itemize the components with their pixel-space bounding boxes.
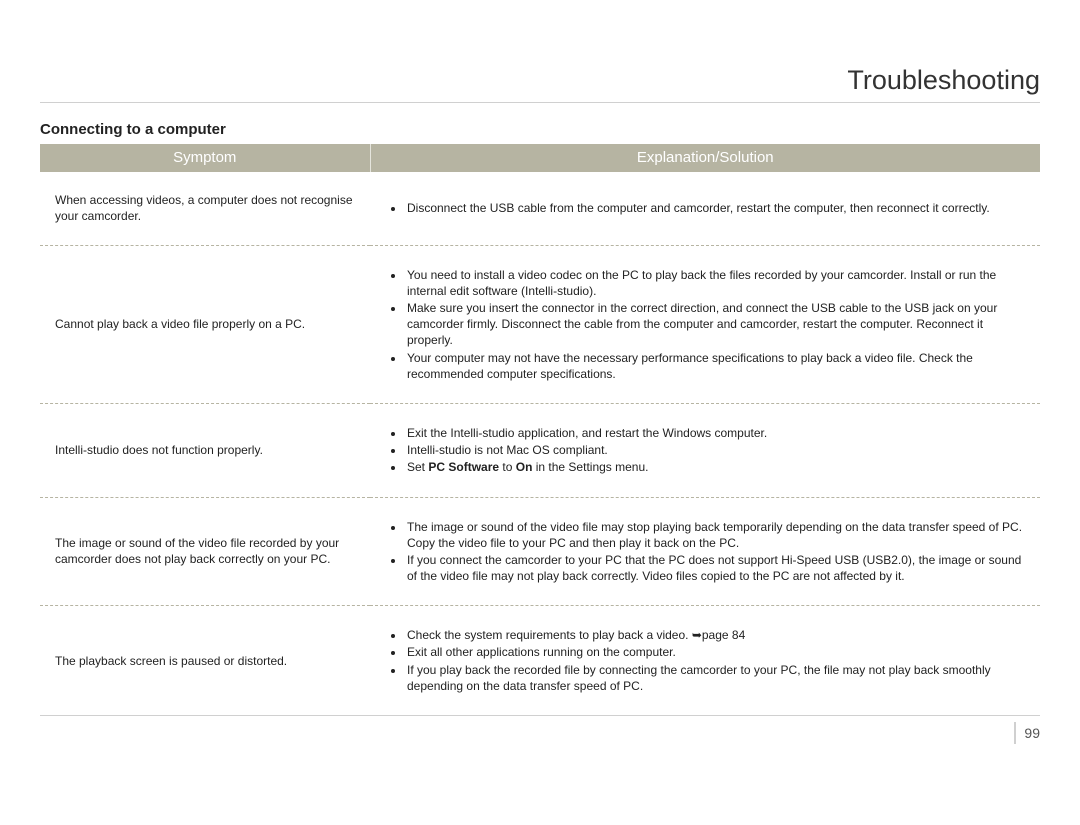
list-item: Make sure you insert the connector in th… [405, 300, 1030, 349]
list-item: If you play back the recorded file by co… [405, 662, 1030, 694]
table-row: Intelli-studio does not function properl… [40, 403, 1040, 497]
col-header-symptom: Symptom [40, 144, 370, 172]
bold-text: PC Software [428, 460, 499, 474]
list-item: If you connect the camcorder to your PC … [405, 552, 1030, 584]
page-number: 99 [1014, 722, 1040, 744]
explanation-cell: The image or sound of the video file may… [370, 497, 1040, 606]
list-item: Exit the Intelli-studio application, and… [405, 425, 1030, 441]
list-item: Disconnect the USB cable from the comput… [405, 200, 1030, 216]
table-row: The image or sound of the video file rec… [40, 497, 1040, 606]
explanation-cell: Exit the Intelli-studio application, and… [370, 403, 1040, 497]
explanation-list: The image or sound of the video file may… [375, 519, 1030, 585]
explanation-cell: Check the system requirements to play ba… [370, 606, 1040, 716]
table-row: When accessing videos, a computer does n… [40, 172, 1040, 245]
list-item: Intelli-studio is not Mac OS compliant. [405, 442, 1030, 458]
page-number-wrap: 99 [40, 722, 1040, 744]
symptom-cell: The image or sound of the video file rec… [40, 497, 370, 606]
explanation-cell: Disconnect the USB cable from the comput… [370, 172, 1040, 245]
symptom-cell: Intelli-studio does not function properl… [40, 403, 370, 497]
symptom-cell: The playback screen is paused or distort… [40, 606, 370, 716]
symptom-cell: Cannot play back a video file properly o… [40, 245, 370, 403]
table-row: The playback screen is paused or distort… [40, 606, 1040, 716]
list-item: Your computer may not have the necessary… [405, 350, 1030, 382]
list-item: You need to install a video codec on the… [405, 267, 1030, 299]
page-title-bar: Troubleshooting [40, 65, 1040, 103]
table-row: Cannot play back a video file properly o… [40, 245, 1040, 403]
symptom-cell: When accessing videos, a computer does n… [40, 172, 370, 245]
list-item: Exit all other applications running on t… [405, 644, 1030, 660]
col-header-explanation: Explanation/Solution [370, 144, 1040, 172]
page-title: Troubleshooting [847, 65, 1040, 95]
explanation-cell: You need to install a video codec on the… [370, 245, 1040, 403]
section-heading: Connecting to a computer [40, 121, 1040, 138]
explanation-list: You need to install a video codec on the… [375, 267, 1030, 382]
explanation-list: Check the system requirements to play ba… [375, 627, 1030, 694]
troubleshooting-table: Symptom Explanation/Solution When access… [40, 144, 1040, 716]
list-item: The image or sound of the video file may… [405, 519, 1030, 551]
arrow-right-icon: ➥ [692, 627, 702, 643]
list-item: Set PC Software to On in the Settings me… [405, 459, 1030, 475]
bold-text: On [516, 460, 533, 474]
list-item: Check the system requirements to play ba… [405, 627, 1030, 643]
explanation-list: Disconnect the USB cable from the comput… [375, 200, 1030, 216]
explanation-list: Exit the Intelli-studio application, and… [375, 425, 1030, 476]
